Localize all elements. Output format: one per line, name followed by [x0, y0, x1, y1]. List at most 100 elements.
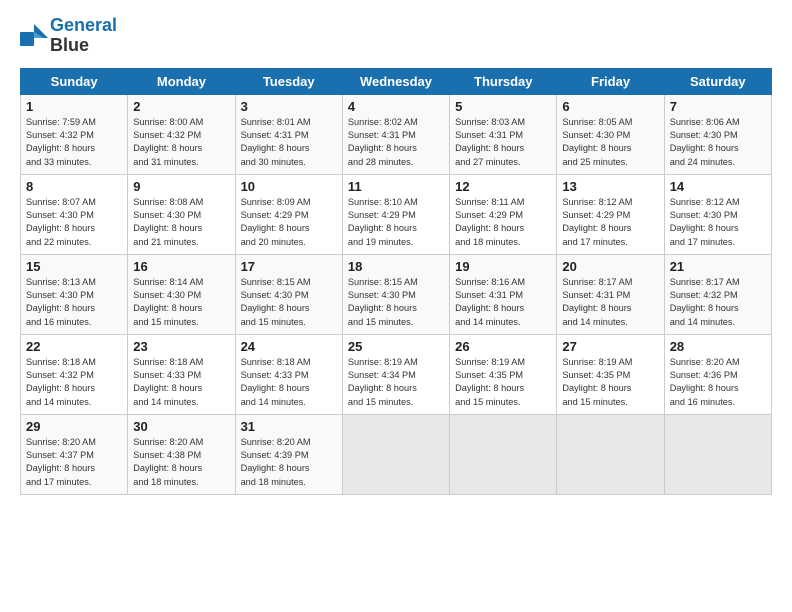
day-number: 10	[241, 179, 337, 194]
day-number: 22	[26, 339, 122, 354]
day-info: Sunrise: 8:05 AMSunset: 4:30 PMDaylight:…	[562, 116, 658, 169]
calendar-cell: 14 Sunrise: 8:12 AMSunset: 4:30 PMDayligh…	[664, 174, 771, 254]
calendar-cell	[342, 414, 449, 494]
calendar-cell: 12 Sunrise: 8:11 AMSunset: 4:29 PMDayligh…	[450, 174, 557, 254]
calendar-cell: 27 Sunrise: 8:19 AMSunset: 4:35 PMDayligh…	[557, 334, 664, 414]
day-number: 14	[670, 179, 766, 194]
day-info: Sunrise: 8:19 AMSunset: 4:35 PMDaylight:…	[562, 356, 658, 409]
day-info: Sunrise: 8:16 AMSunset: 4:31 PMDaylight:…	[455, 276, 551, 329]
calendar-cell: 29 Sunrise: 8:20 AMSunset: 4:37 PMDayligh…	[21, 414, 128, 494]
day-number: 1	[26, 99, 122, 114]
day-info: Sunrise: 8:07 AMSunset: 4:30 PMDaylight:…	[26, 196, 122, 249]
calendar-cell: 15 Sunrise: 8:13 AMSunset: 4:30 PMDayligh…	[21, 254, 128, 334]
calendar-cell: 5 Sunrise: 8:03 AMSunset: 4:31 PMDaylight…	[450, 94, 557, 174]
day-info: Sunrise: 8:08 AMSunset: 4:30 PMDaylight:…	[133, 196, 229, 249]
header-row: SundayMondayTuesdayWednesdayThursdayFrid…	[21, 68, 772, 94]
day-info: Sunrise: 8:03 AMSunset: 4:31 PMDaylight:…	[455, 116, 551, 169]
day-number: 7	[670, 99, 766, 114]
col-header-monday: Monday	[128, 68, 235, 94]
day-number: 26	[455, 339, 551, 354]
day-number: 23	[133, 339, 229, 354]
day-info: Sunrise: 8:19 AMSunset: 4:34 PMDaylight:…	[348, 356, 444, 409]
calendar-cell: 2 Sunrise: 8:00 AMSunset: 4:32 PMDaylight…	[128, 94, 235, 174]
day-number: 3	[241, 99, 337, 114]
day-info: Sunrise: 8:13 AMSunset: 4:30 PMDaylight:…	[26, 276, 122, 329]
calendar-cell: 20 Sunrise: 8:17 AMSunset: 4:31 PMDayligh…	[557, 254, 664, 334]
day-number: 30	[133, 419, 229, 434]
calendar-cell	[450, 414, 557, 494]
day-number: 21	[670, 259, 766, 274]
col-header-saturday: Saturday	[664, 68, 771, 94]
day-number: 16	[133, 259, 229, 274]
day-info: Sunrise: 8:12 AMSunset: 4:30 PMDaylight:…	[670, 196, 766, 249]
day-number: 31	[241, 419, 337, 434]
day-number: 6	[562, 99, 658, 114]
day-info: Sunrise: 8:20 AMSunset: 4:38 PMDaylight:…	[133, 436, 229, 489]
day-number: 13	[562, 179, 658, 194]
calendar-cell: 8 Sunrise: 8:07 AMSunset: 4:30 PMDaylight…	[21, 174, 128, 254]
calendar-cell	[664, 414, 771, 494]
header: General Blue	[20, 16, 772, 56]
calendar-cell: 4Sunrise: 8:02 AMSunset: 4:31 PMDaylight…	[342, 94, 449, 174]
day-number: 9	[133, 179, 229, 194]
day-number: 11	[348, 179, 444, 194]
day-info: Sunrise: 8:17 AMSunset: 4:31 PMDaylight:…	[562, 276, 658, 329]
logo-text2: Blue	[50, 36, 117, 56]
calendar-cell: 3Sunrise: 8:01 AMSunset: 4:31 PMDaylight…	[235, 94, 342, 174]
calendar-cell: 18 Sunrise: 8:15 AMSunset: 4:30 PMDayligh…	[342, 254, 449, 334]
day-info: Sunrise: 8:10 AMSunset: 4:29 PMDaylight:…	[348, 196, 444, 249]
logo-icon	[20, 24, 48, 48]
calendar-cell: 11 Sunrise: 8:10 AMSunset: 4:29 PMDayligh…	[342, 174, 449, 254]
day-info: Sunrise: 8:20 AMSunset: 4:36 PMDaylight:…	[670, 356, 766, 409]
day-info: Sunrise: 8:00 AMSunset: 4:32 PMDaylight:…	[133, 116, 229, 169]
day-info: Sunrise: 8:15 AMSunset: 4:30 PMDaylight:…	[348, 276, 444, 329]
calendar-cell: 25 Sunrise: 8:19 AMSunset: 4:34 PMDayligh…	[342, 334, 449, 414]
day-number: 27	[562, 339, 658, 354]
calendar-cell: 19 Sunrise: 8:16 AMSunset: 4:31 PMDayligh…	[450, 254, 557, 334]
col-header-wednesday: Wednesday	[342, 68, 449, 94]
day-info: Sunrise: 8:12 AMSunset: 4:29 PMDaylight:…	[562, 196, 658, 249]
day-number: 12	[455, 179, 551, 194]
calendar-cell: 24Sunrise: 8:18 AMSunset: 4:33 PMDayligh…	[235, 334, 342, 414]
day-number: 8	[26, 179, 122, 194]
day-number: 24	[241, 339, 337, 354]
day-number: 15	[26, 259, 122, 274]
week-row-2: 8 Sunrise: 8:07 AMSunset: 4:30 PMDaylight…	[21, 174, 772, 254]
calendar-cell: 28Sunrise: 8:20 AMSunset: 4:36 PMDayligh…	[664, 334, 771, 414]
day-info: Sunrise: 8:06 AMSunset: 4:30 PMDaylight:…	[670, 116, 766, 169]
calendar-cell: 13 Sunrise: 8:12 AMSunset: 4:29 PMDayligh…	[557, 174, 664, 254]
calendar-cell: 9 Sunrise: 8:08 AMSunset: 4:30 PMDaylight…	[128, 174, 235, 254]
calendar-cell: 7 Sunrise: 8:06 AMSunset: 4:30 PMDaylight…	[664, 94, 771, 174]
logo: General Blue	[20, 16, 117, 56]
calendar-cell: 21 Sunrise: 8:17 AMSunset: 4:32 PMDayligh…	[664, 254, 771, 334]
calendar-cell: 26Sunrise: 8:19 AMSunset: 4:35 PMDayligh…	[450, 334, 557, 414]
day-info: Sunrise: 8:18 AMSunset: 4:32 PMDaylight:…	[26, 356, 122, 409]
day-number: 17	[241, 259, 337, 274]
day-number: 25	[348, 339, 444, 354]
col-header-friday: Friday	[557, 68, 664, 94]
week-row-4: 22 Sunrise: 8:18 AMSunset: 4:32 PMDayligh…	[21, 334, 772, 414]
day-info: Sunrise: 8:09 AMSunset: 4:29 PMDaylight:…	[241, 196, 337, 249]
day-info: Sunrise: 8:15 AMSunset: 4:30 PMDaylight:…	[241, 276, 337, 329]
day-info: Sunrise: 8:02 AMSunset: 4:31 PMDaylight:…	[348, 116, 444, 169]
col-header-sunday: Sunday	[21, 68, 128, 94]
day-number: 5	[455, 99, 551, 114]
day-number: 18	[348, 259, 444, 274]
calendar-table: SundayMondayTuesdayWednesdayThursdayFrid…	[20, 68, 772, 495]
day-number: 20	[562, 259, 658, 274]
week-row-3: 15 Sunrise: 8:13 AMSunset: 4:30 PMDayligh…	[21, 254, 772, 334]
day-info: Sunrise: 8:17 AMSunset: 4:32 PMDaylight:…	[670, 276, 766, 329]
calendar-cell	[557, 414, 664, 494]
calendar-cell: 22 Sunrise: 8:18 AMSunset: 4:32 PMDayligh…	[21, 334, 128, 414]
day-number: 19	[455, 259, 551, 274]
col-header-thursday: Thursday	[450, 68, 557, 94]
calendar-cell: 16Sunrise: 8:14 AMSunset: 4:30 PMDayligh…	[128, 254, 235, 334]
col-header-tuesday: Tuesday	[235, 68, 342, 94]
day-info: Sunrise: 8:20 AMSunset: 4:37 PMDaylight:…	[26, 436, 122, 489]
day-number: 29	[26, 419, 122, 434]
week-row-5: 29 Sunrise: 8:20 AMSunset: 4:37 PMDayligh…	[21, 414, 772, 494]
day-info: Sunrise: 7:59 AMSunset: 4:32 PMDaylight:…	[26, 116, 122, 169]
day-info: Sunrise: 8:11 AMSunset: 4:29 PMDaylight:…	[455, 196, 551, 249]
day-number: 2	[133, 99, 229, 114]
calendar-cell: 17 Sunrise: 8:15 AMSunset: 4:30 PMDayligh…	[235, 254, 342, 334]
